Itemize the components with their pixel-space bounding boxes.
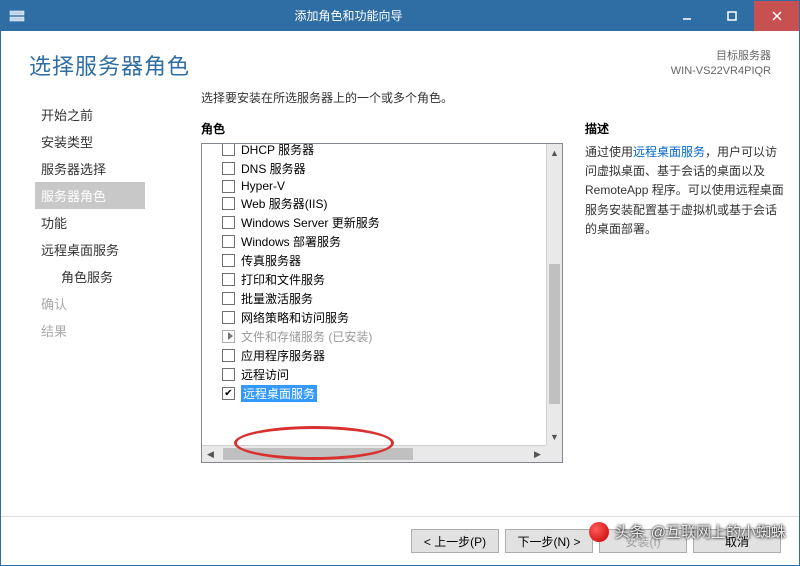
role-row[interactable]: 网络策略和访问服务 <box>222 308 540 327</box>
wizard-step-4[interactable]: 功能 <box>41 209 201 236</box>
columns: 角色 Active Directory 证书服务DHCP 服务器DNS 服务器H… <box>201 120 785 463</box>
vertical-scrollbar[interactable]: ▲ ▼ <box>546 144 562 445</box>
wizard-step-6[interactable]: 角色服务 <box>41 263 201 290</box>
role-checkbox[interactable] <box>222 273 235 286</box>
center-panel: 选择要安装在所选服务器上的一个或多个角色。 角色 Active Director… <box>201 89 799 516</box>
wizard-step-1[interactable]: 安装类型 <box>41 128 201 155</box>
scroll-up-icon[interactable]: ▲ <box>547 144 562 161</box>
role-row[interactable]: 批量激活服务 <box>222 289 540 308</box>
wizard-footer: < 上一步(P) 下一步(N) > 安装(I) 取消 <box>1 516 799 565</box>
scroll-thumb-vertical[interactable] <box>549 264 560 404</box>
instruction-text: 选择要安装在所选服务器上的一个或多个角色。 <box>201 89 785 120</box>
role-label: DHCP 服务器 <box>241 143 314 158</box>
cancel-button[interactable]: 取消 <box>693 529 781 553</box>
page-title: 选择服务器角色 <box>29 49 671 81</box>
roles-column: 角色 Active Directory 证书服务DHCP 服务器DNS 服务器H… <box>201 120 563 463</box>
role-row[interactable]: 传真服务器 <box>222 251 540 270</box>
desc-prefix: 通过使用 <box>585 145 633 159</box>
role-checkbox[interactable] <box>222 311 235 324</box>
role-row[interactable]: DNS 服务器 <box>222 159 540 178</box>
wizard-step-5[interactable]: 远程桌面服务 <box>41 236 201 263</box>
role-row[interactable]: DHCP 服务器 <box>222 143 540 159</box>
wizard-step-3[interactable]: 服务器角色 <box>35 182 145 209</box>
minimize-button[interactable] <box>664 1 709 31</box>
role-row[interactable]: Hyper-V <box>222 178 540 194</box>
description-column: 描述 通过使用远程桌面服务，用户可以访问虚拟桌面、基于会话的桌面以及 Remot… <box>585 120 785 463</box>
role-checkbox[interactable] <box>222 180 235 193</box>
desc-link[interactable]: 远程桌面服务 <box>633 145 705 159</box>
roles-listbox[interactable]: Active Directory 证书服务DHCP 服务器DNS 服务器Hype… <box>201 143 563 463</box>
wizard-step-8: 结果 <box>41 317 201 344</box>
role-checkbox[interactable] <box>222 235 235 248</box>
roles-header: 角色 <box>201 120 563 137</box>
wizard-step-2[interactable]: 服务器选择 <box>41 155 201 182</box>
role-label: 打印和文件服务 <box>241 271 325 288</box>
wizard-steps-sidebar: 开始之前安装类型服务器选择服务器角色功能远程桌面服务角色服务确认结果 <box>1 89 201 516</box>
role-label: 网络策略和访问服务 <box>241 309 349 326</box>
role-label: 传真服务器 <box>241 252 301 269</box>
window-title: 添加角色和功能向导 <box>33 1 664 31</box>
next-button[interactable]: 下一步(N) > <box>505 529 593 553</box>
role-checkbox[interactable] <box>222 368 235 381</box>
role-checkbox[interactable] <box>222 162 235 175</box>
role-row[interactable]: Windows Server 更新服务 <box>222 213 540 232</box>
scroll-left-icon[interactable]: ◀ <box>202 449 219 460</box>
target-server-info: 目标服务器 WIN-VS22VR4PIQR <box>671 49 771 80</box>
scroll-down-icon[interactable]: ▼ <box>547 428 562 445</box>
role-row[interactable]: 文件和存储服务 (已安装) <box>222 327 540 346</box>
titlebar: 添加角色和功能向导 <box>1 1 799 31</box>
maximize-button[interactable] <box>709 1 754 31</box>
scroll-right-icon[interactable]: ▶ <box>529 449 546 460</box>
horizontal-scrollbar[interactable]: ◀ ▶ <box>202 445 546 462</box>
content-area: 选择服务器角色 目标服务器 WIN-VS22VR4PIQR 开始之前安装类型服务… <box>1 31 799 565</box>
role-label: DNS 服务器 <box>241 160 306 177</box>
role-row[interactable]: Windows 部署服务 <box>222 232 540 251</box>
role-label: 应用程序服务器 <box>241 347 325 364</box>
role-label: 远程访问 <box>241 366 289 383</box>
header-row: 选择服务器角色 目标服务器 WIN-VS22VR4PIQR <box>1 31 799 89</box>
role-label: Windows Server 更新服务 <box>241 214 380 231</box>
role-label: 远程桌面服务 <box>241 385 317 402</box>
wizard-step-7: 确认 <box>41 290 201 317</box>
role-label: 文件和存储服务 (已安装) <box>241 328 372 345</box>
role-label: Web 服务器(IIS) <box>241 195 327 212</box>
role-row[interactable]: 打印和文件服务 <box>222 270 540 289</box>
expand-triangle-icon[interactable] <box>228 332 233 340</box>
wizard-step-0[interactable]: 开始之前 <box>41 101 201 128</box>
role-label: 批量激活服务 <box>241 290 313 307</box>
role-checkbox[interactable] <box>222 216 235 229</box>
role-row[interactable]: 远程桌面服务 <box>222 384 540 403</box>
role-checkbox[interactable] <box>222 387 235 400</box>
role-checkbox[interactable] <box>222 349 235 362</box>
role-checkbox[interactable] <box>222 254 235 267</box>
hscroll-track[interactable] <box>219 446 529 462</box>
previous-button[interactable]: < 上一步(P) <box>411 529 499 553</box>
role-row[interactable]: 远程访问 <box>222 365 540 384</box>
role-checkbox[interactable] <box>222 143 235 156</box>
main-body: 开始之前安装类型服务器选择服务器角色功能远程桌面服务角色服务确认结果 选择要安装… <box>1 89 799 516</box>
target-server-label: 目标服务器 <box>671 49 771 64</box>
close-button[interactable] <box>754 1 799 31</box>
roles-list-inner: Active Directory 证书服务DHCP 服务器DNS 服务器Hype… <box>202 143 546 407</box>
role-row[interactable]: Web 服务器(IIS) <box>222 194 540 213</box>
target-server-name: WIN-VS22VR4PIQR <box>671 64 771 79</box>
role-checkbox[interactable] <box>222 197 235 210</box>
wizard-window: 添加角色和功能向导 选择服务器角色 目标服务器 WIN-VS22VR4PIQR … <box>0 0 800 566</box>
role-label: Hyper-V <box>241 179 285 193</box>
install-button[interactable]: 安装(I) <box>599 529 687 553</box>
scroll-thumb-horizontal[interactable] <box>223 448 413 460</box>
role-checkbox[interactable] <box>222 292 235 305</box>
window-buttons <box>664 1 799 31</box>
scrollbar-corner <box>546 445 562 462</box>
description-header: 描述 <box>585 120 785 137</box>
role-row[interactable]: 应用程序服务器 <box>222 346 540 365</box>
role-label: Windows 部署服务 <box>241 233 341 250</box>
server-manager-icon <box>1 1 33 31</box>
description-text: 通过使用远程桌面服务，用户可以访问虚拟桌面、基于会话的桌面以及 RemoteAp… <box>585 143 785 239</box>
